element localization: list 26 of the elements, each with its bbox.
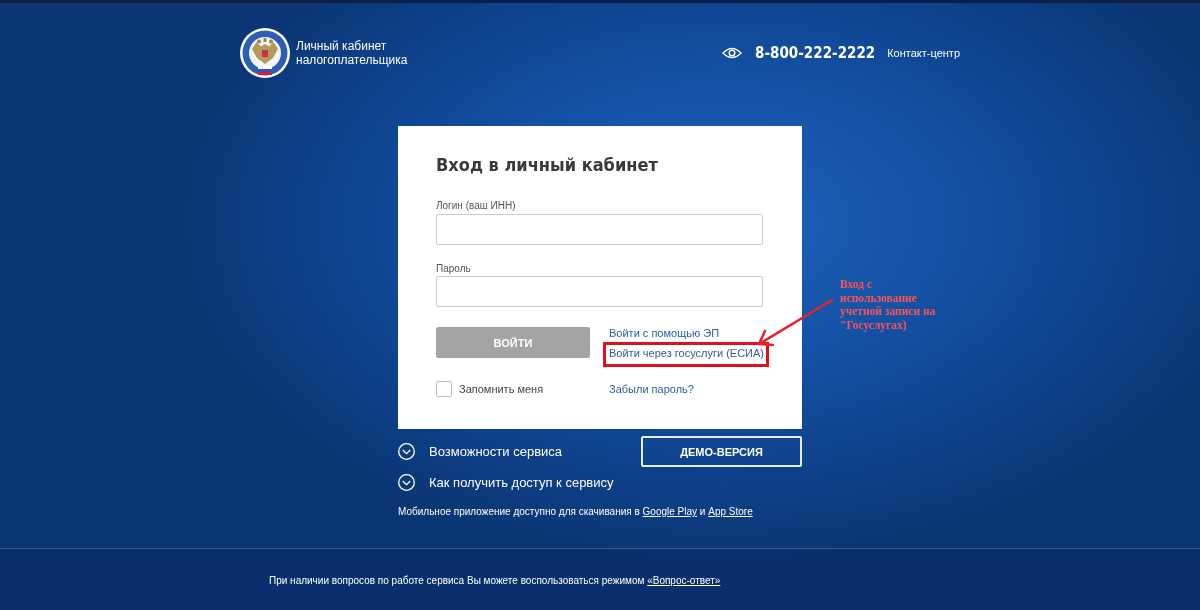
- chevron-down-circle-icon[interactable]: [398, 443, 415, 460]
- faq-link[interactable]: «Вопрос-ответ»: [647, 575, 721, 586]
- contact-center-label: Контакт-центр: [887, 47, 960, 59]
- chevron-down-circle-icon[interactable]: [398, 474, 415, 491]
- eye-icon[interactable]: [722, 47, 743, 59]
- footer-text: При наличии вопросов по работе сервиса Вы можете воспользоваться режимом «Вопрос-ответ»: [269, 575, 722, 587]
- store-link[interactable]: Google Play: [642, 506, 698, 517]
- field-label: Логин (ваш ИНН): [436, 200, 517, 212]
- remember-checkbox[interactable]: [436, 381, 452, 397]
- login-option-link[interactable]: Войти с помощью ЭП: [609, 326, 720, 340]
- phone-number: 8-800-222-2222: [755, 44, 876, 62]
- info-link[interactable]: Как получить доступ к сервису: [429, 475, 614, 490]
- login-option-link[interactable]: Войти через госуслуги (ЕСИА): [609, 346, 765, 360]
- annotation-note: Вход с использование учетной записи на "Госуслугах): [840, 278, 936, 332]
- input-field[interactable]: [436, 214, 763, 245]
- info-link[interactable]: Возможности сервиса: [429, 444, 563, 459]
- mobile-app-text: Мобильное приложение доступно для скачивания в Google Play и App Store: [398, 506, 754, 518]
- login-title: Вход в личный кабинет: [436, 153, 659, 177]
- emblem-logo-icon[interactable]: [240, 28, 290, 78]
- remember-label: Запомнить меня: [459, 383, 544, 395]
- input-field[interactable]: [436, 276, 763, 307]
- store-link[interactable]: App Store: [708, 506, 753, 517]
- field-label: Пароль: [436, 263, 472, 275]
- forgot-password-link[interactable]: Забыли пароль?: [609, 382, 694, 396]
- site-title: Личный кабинет налогоплательщика: [296, 39, 409, 67]
- demo-button[interactable]: ДЕМО-ВЕРСИЯ: [641, 436, 802, 467]
